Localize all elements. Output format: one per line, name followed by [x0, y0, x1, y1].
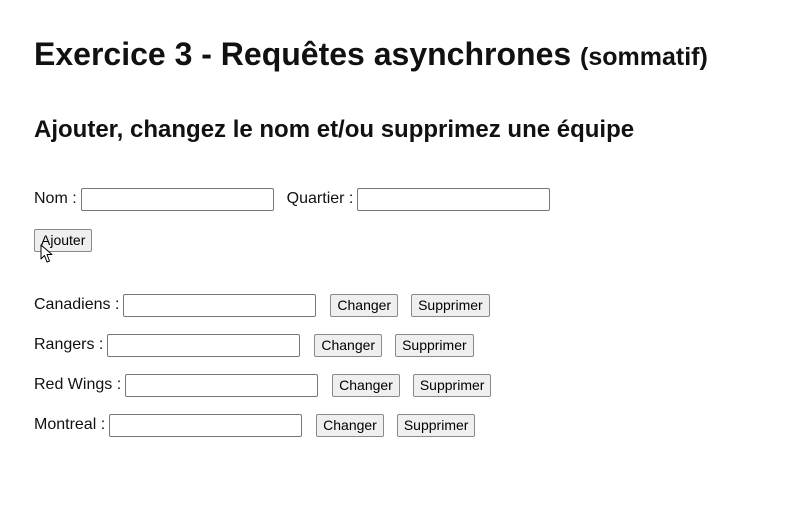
delete-button[interactable]: Supprimer — [411, 293, 490, 317]
team-name-input[interactable] — [109, 413, 303, 437]
add-team-form: Nom : Quartier : — [34, 186, 551, 212]
page-title: Exercice 3 - Requêtes asynchrones (somma… — [34, 34, 708, 77]
nom-label: Nom : — [34, 190, 77, 207]
page-title-tag: (sommatif) — [580, 43, 708, 71]
team-label: Red Wings : — [34, 376, 122, 393]
change-button[interactable]: Changer — [330, 293, 399, 317]
quartier-input[interactable] — [357, 187, 551, 211]
page: Exercice 3 - Requêtes asynchrones (somma… — [0, 0, 800, 518]
team-name-input[interactable] — [123, 293, 317, 317]
team-label: Montreal : — [34, 416, 106, 433]
change-button[interactable]: Changer — [316, 413, 384, 437]
delete-button[interactable]: Supprimer — [396, 413, 476, 437]
nom-input[interactable] — [80, 187, 274, 211]
change-button[interactable]: Changer — [314, 333, 383, 357]
delete-button[interactable]: Supprimer — [395, 333, 474, 357]
change-button[interactable]: Changer — [332, 373, 400, 397]
delete-button[interactable]: Supprimer — [412, 373, 492, 397]
mouse-pointer-icon — [40, 244, 53, 263]
team-row-rangers: Rangers : Changer Supprimer — [34, 332, 474, 358]
team-row-red-wings: Red Wings : Changer Supprimer — [34, 372, 492, 398]
team-row-canadiens: Canadiens : Changer Supprimer — [34, 292, 490, 318]
team-row-montreal: Montreal : Changer Supprimer — [34, 412, 476, 438]
page-title-text: Exercice 3 - Requêtes asynchrones — [34, 36, 572, 72]
section-title: Ajouter, changez le nom et/ou supprimez … — [34, 116, 635, 143]
team-label: Rangers : — [34, 336, 104, 353]
quartier-label: Quartier : — [286, 190, 354, 207]
team-name-input[interactable] — [125, 373, 319, 397]
team-label: Canadiens : — [34, 296, 120, 313]
team-name-input[interactable] — [107, 333, 301, 357]
